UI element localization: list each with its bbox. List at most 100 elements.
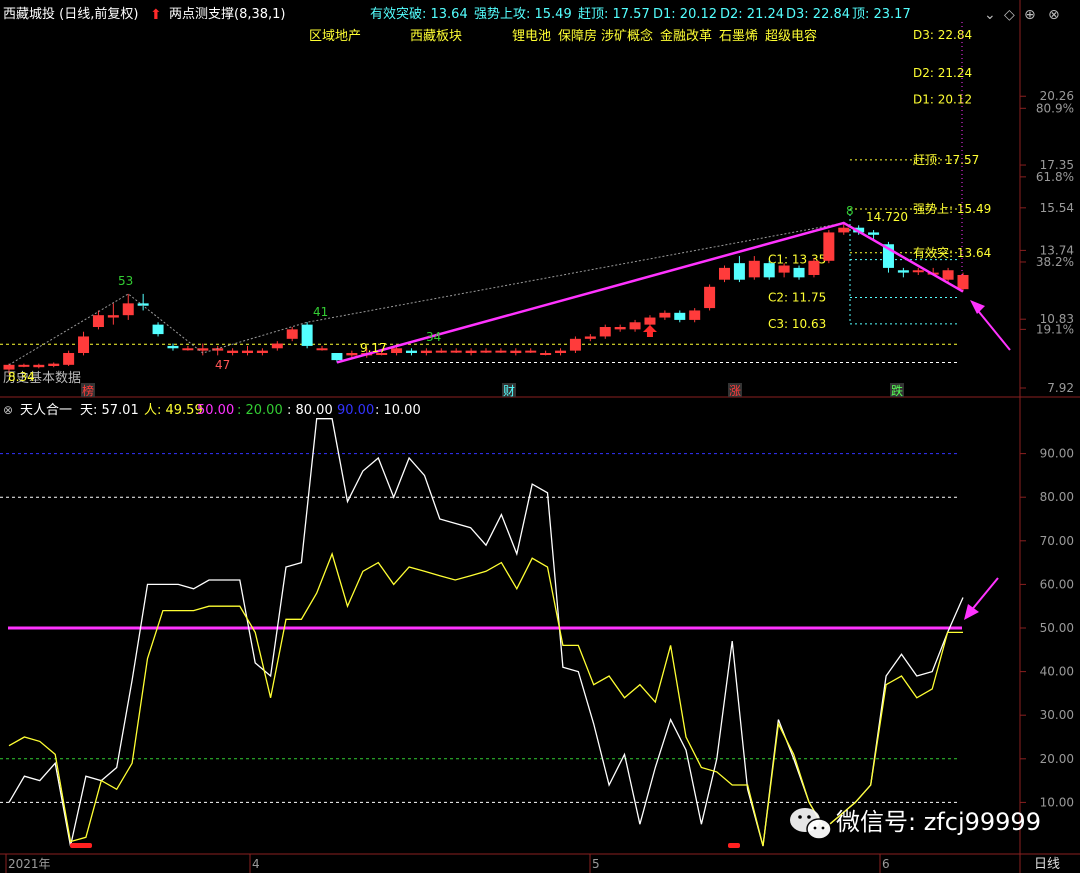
lower-header-item: 天: 57.01 <box>80 403 139 418</box>
candle-body <box>868 232 880 235</box>
x-label: 6 <box>882 857 890 871</box>
header-metric: 有效突破: 13.64 <box>370 6 468 22</box>
lower-header-item: 人: 49.59 <box>144 403 203 418</box>
candle-body <box>689 310 701 320</box>
candle-body <box>167 345 179 349</box>
candle-body <box>78 336 90 354</box>
lower-header-item: 50.00 <box>197 403 234 418</box>
up-arrow-icon: ⬆ <box>150 7 162 23</box>
bottom-marker <box>728 843 740 848</box>
watermark-text: 微信号: zfcj99999 <box>836 808 1041 836</box>
candle-body <box>510 350 522 354</box>
level-label: 强势上: 15.49 <box>913 202 991 216</box>
candle-body <box>316 348 328 351</box>
header-metric: D2: 21.24 <box>720 7 784 22</box>
axis-label: 15.54 <box>1040 201 1074 215</box>
candle-body <box>346 353 358 356</box>
axis-label: 60.00 <box>1040 577 1074 591</box>
lower-header-item: : 10.00 <box>375 403 421 418</box>
candle-body <box>704 286 716 309</box>
candle-body <box>480 350 492 353</box>
level-label: D3: 22.84 <box>913 28 972 42</box>
candle-body <box>614 327 626 330</box>
candle-body <box>823 232 835 261</box>
candle-body <box>793 267 805 278</box>
candle-body <box>450 350 462 353</box>
concept-tag: 涉矿概念 <box>601 28 653 44</box>
candle-body <box>48 363 60 367</box>
lower-header: ⊗ 天人合一 天: 57.01 人: 49.5950.00: 20.00: 80.… <box>3 403 421 418</box>
period-label[interactable]: 日线 <box>1034 857 1060 872</box>
x-label: 2021年 <box>8 857 51 871</box>
low-label: 9.17 <box>360 341 387 355</box>
concept-tag: 保障房 <box>558 28 597 44</box>
candle-body <box>644 317 656 325</box>
bottom-marker <box>70 843 92 848</box>
header-metric: 强势上攻: 15.49 <box>474 6 572 22</box>
stock-title: 西藏城投 (日线,前复权) <box>3 6 138 22</box>
axis-label: 80.00 <box>1040 490 1074 504</box>
axis-label: 30.00 <box>1040 708 1074 722</box>
level-label: D2: 21.24 <box>913 66 972 80</box>
concept-tag: 金融改革 <box>660 28 712 44</box>
candle-body <box>540 353 552 356</box>
indicator-title: 两点测支撑(8,38,1) <box>169 7 286 22</box>
candle-body <box>122 303 134 316</box>
count-label: 34 <box>426 330 441 344</box>
header-metric: 赶顶: 17.57 <box>578 7 650 22</box>
candle-body <box>63 353 75 365</box>
candle-body <box>182 348 194 351</box>
collapse-icon[interactable]: ⊗ <box>3 403 13 417</box>
candle-body <box>152 324 164 335</box>
candle-body <box>569 338 581 351</box>
scroll-down-icon[interactable]: ⌄ <box>984 7 996 23</box>
axis-label: 7.92 <box>1047 381 1074 395</box>
count-label: 41 <box>313 305 328 319</box>
candle-body <box>18 364 30 367</box>
peak-label: 53 <box>118 274 133 288</box>
candle-body <box>942 270 954 280</box>
event-tag: 涨 <box>729 383 741 398</box>
candle-body <box>242 350 253 354</box>
low-label: 8.34 <box>8 370 35 384</box>
header-metrics: 有效突破: 13.64 强势上攻: 15.49 赶顶: 17.57 D1: 20.12… <box>370 6 911 22</box>
candle-body <box>629 322 641 330</box>
lower-header-item: : 20.00 <box>237 403 283 418</box>
x-label: 5 <box>592 857 600 871</box>
candle-body <box>331 353 343 361</box>
low-label: 47 <box>215 358 230 372</box>
concept-tag: 区域地产 <box>309 29 361 44</box>
candle-body <box>405 350 417 354</box>
axis-label: 80.9% <box>1036 101 1074 115</box>
level-label: 赶顶: 17.57 <box>913 153 979 167</box>
candle-body <box>301 324 313 346</box>
settings-icon[interactable]: ◇ <box>1004 7 1015 23</box>
candle-body <box>33 364 45 368</box>
count-label: 8 <box>846 204 854 218</box>
candle-body <box>92 315 104 327</box>
candle-body <box>271 343 283 349</box>
candle-body <box>674 312 686 320</box>
candle-body <box>748 260 760 278</box>
axis-label: 19.1% <box>1036 322 1074 336</box>
x-label: 4 <box>252 857 260 871</box>
axis-label: 90.00 <box>1040 447 1074 461</box>
concept-tag: 西藏板块 <box>410 29 462 44</box>
axis-label: 50.00 <box>1040 621 1074 635</box>
candle-body <box>3 364 15 370</box>
axis-label: 70.00 <box>1040 534 1074 548</box>
event-tag: 榜 <box>82 383 94 398</box>
candle-body <box>584 336 596 339</box>
axis-label: 40.00 <box>1040 665 1074 679</box>
lower-header-item: : 80.00 <box>287 403 333 418</box>
header-metric: D3: 22.84 <box>786 7 850 22</box>
header-metric: 顶: 23.17 <box>852 7 911 22</box>
add-icon[interactable]: ⊕ <box>1024 7 1036 23</box>
candle-body <box>599 327 611 337</box>
close-icon[interactable]: ⊗ <box>1048 7 1060 23</box>
stock-chart[interactable]: 西藏城投 (日线,前复权) ⬆ 两点测支撑(8,38,1) 有效突破: 13.6… <box>0 0 1080 873</box>
level-label: 有效突: 13.64 <box>913 245 991 260</box>
axis-label: 10.00 <box>1040 795 1074 809</box>
candle-body <box>897 270 909 273</box>
candle-body <box>391 348 403 354</box>
